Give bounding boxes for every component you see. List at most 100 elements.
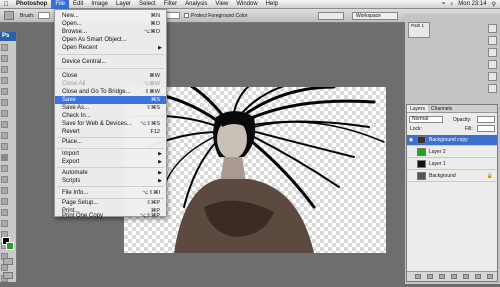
- menu-item-save[interactable]: Save ⌘S: [55, 96, 166, 104]
- layer-name: Layer 2: [429, 149, 446, 155]
- pen-tool-icon[interactable]: [1, 198, 8, 205]
- workspace-dropdown[interactable]: Workspace: [352, 12, 398, 20]
- menu-item-close-go-to-bridge[interactable]: Close and Go To Bridge... ⇧⌘W: [55, 88, 166, 96]
- blur-tool-icon[interactable]: [1, 176, 8, 183]
- opacity-field[interactable]: [477, 116, 495, 123]
- blend-mode-select[interactable]: Normal: [409, 116, 443, 123]
- color-icon[interactable]: [488, 60, 497, 69]
- history-brush-tool-icon[interactable]: [1, 143, 8, 150]
- menu-item-open[interactable]: Open... ⌘O: [55, 20, 166, 28]
- lasso-tool-icon[interactable]: [1, 66, 8, 73]
- eraser-tool-icon[interactable]: [1, 154, 8, 161]
- tolerance-field[interactable]: [166, 12, 180, 19]
- menu-layer[interactable]: Layer: [112, 0, 135, 9]
- trash-icon[interactable]: [487, 274, 493, 279]
- menu-item-label: Save for Web & Devices...: [62, 121, 132, 127]
- menu-item-close[interactable]: Close ⌘W: [55, 72, 166, 80]
- move-tool-icon[interactable]: [1, 44, 8, 51]
- layer-thumbnail: [417, 148, 426, 156]
- menu-item-label: Close and Go To Bridge...: [62, 89, 131, 95]
- brush-picker[interactable]: [38, 12, 50, 19]
- layer-mask-icon[interactable]: [439, 274, 445, 279]
- menu-item-label: New...: [62, 13, 79, 19]
- menu-window[interactable]: Window: [232, 0, 261, 9]
- menu-item-print-one-copy[interactable]: Print One Copy ⌥⇧⌘P: [55, 213, 166, 219]
- type-tool-icon[interactable]: [1, 209, 8, 216]
- menu-item-check-in[interactable]: Check In...: [55, 112, 166, 120]
- brush-tool-icon[interactable]: [1, 121, 8, 128]
- menu-item-import[interactable]: Import ▶: [55, 150, 166, 158]
- menu-item-new[interactable]: New... ⌘N: [55, 12, 166, 20]
- menu-file[interactable]: File: [51, 0, 69, 9]
- wifi-icon[interactable]: ≈: [442, 1, 445, 7]
- menu-item-label: Print One Copy: [62, 213, 104, 219]
- volume-icon[interactable]: ♪: [450, 1, 453, 7]
- healing-tool-icon[interactable]: [1, 110, 8, 117]
- menu-item-automate[interactable]: Automate ▶: [55, 169, 166, 177]
- menu-analysis[interactable]: Analysis: [181, 0, 211, 9]
- menu-item-close-all[interactable]: Close All ⌥⌘W: [55, 80, 166, 88]
- marquee-tool-icon[interactable]: [1, 55, 8, 62]
- crop-tool-icon[interactable]: [1, 88, 8, 95]
- styles-icon[interactable]: [488, 84, 497, 93]
- layer-row[interactable]: Layer 2: [407, 147, 497, 158]
- menu-view[interactable]: View: [211, 0, 232, 9]
- new-group-icon[interactable]: [463, 274, 469, 279]
- tool-preset-icon[interactable]: [4, 11, 14, 20]
- navigator-icon[interactable]: [488, 24, 497, 33]
- menu-item-save-for-web[interactable]: Save for Web & Devices... ⌥⇧⌘S: [55, 120, 166, 128]
- menu-item-revert[interactable]: Revert F12: [55, 128, 166, 136]
- magic-wand-tool-icon[interactable]: [1, 77, 8, 84]
- fill-field[interactable]: [477, 125, 495, 132]
- path-item[interactable]: Path 1: [409, 23, 424, 28]
- hand-tool-icon[interactable]: [1, 264, 8, 271]
- menu-item-export[interactable]: Export ▶: [55, 158, 166, 166]
- menu-item-scripts[interactable]: Scripts ▶: [55, 177, 166, 185]
- quick-mask-icon[interactable]: [3, 258, 13, 265]
- screen-mode-icon[interactable]: [3, 272, 13, 279]
- menu-edit[interactable]: Edit: [69, 0, 87, 9]
- gradient-tool-icon[interactable]: [1, 165, 8, 172]
- visibility-eye-icon[interactable]: ◉: [407, 137, 415, 143]
- swatches-icon[interactable]: [488, 72, 497, 81]
- menu-separator: [57, 54, 164, 55]
- stamp-tool-icon[interactable]: [1, 132, 8, 139]
- menu-separator: [57, 148, 164, 149]
- dodge-tool-icon[interactable]: [1, 187, 8, 194]
- menu-item-open-smart-object[interactable]: Open As Smart Object...: [55, 36, 166, 44]
- background-color-swatch[interactable]: [6, 242, 14, 250]
- menu-item-device-central[interactable]: Device Central...: [55, 58, 166, 66]
- menu-select[interactable]: Select: [135, 0, 160, 9]
- menu-item-place[interactable]: Place...: [55, 138, 166, 146]
- menu-item-open-recent[interactable]: Open Recent ▶: [55, 44, 166, 52]
- link-layers-icon[interactable]: [415, 274, 421, 279]
- slice-tool-icon[interactable]: [1, 99, 8, 106]
- layer-row[interactable]: Layer 1: [407, 159, 497, 170]
- brush-label: Brush:: [20, 13, 35, 19]
- apple-icon[interactable]: : [0, 1, 12, 8]
- spotlight-icon[interactable]: ⚲: [492, 1, 496, 8]
- menu-help[interactable]: Help: [262, 0, 282, 9]
- menu-image[interactable]: Image: [87, 0, 112, 9]
- adjustment-layer-icon[interactable]: [451, 274, 457, 279]
- menu-item-page-setup[interactable]: Page Setup... ⇧⌘P: [55, 199, 166, 207]
- menu-item-browse[interactable]: Browse... ⌥⌘O: [55, 28, 166, 36]
- tab-layers[interactable]: Layers: [407, 105, 429, 112]
- shortcut: ⇧⌘W: [144, 89, 160, 95]
- tab-channels[interactable]: Channels: [428, 105, 455, 112]
- histogram-icon[interactable]: [488, 36, 497, 45]
- layer-row[interactable]: ◉ Background copy: [407, 135, 497, 146]
- menu-item-save-as[interactable]: Save As... ⇧⌘S: [55, 104, 166, 112]
- layer-row[interactable]: Background 🔒: [407, 171, 497, 182]
- new-layer-icon[interactable]: [475, 274, 481, 279]
- protect-checkbox[interactable]: [184, 13, 189, 18]
- workspace-icons[interactable]: [318, 12, 344, 20]
- menu-filter[interactable]: Filter: [160, 0, 181, 9]
- shortcut: ⌥⇧⌘I: [142, 190, 160, 196]
- path-selection-tool-icon[interactable]: [1, 220, 8, 227]
- menu-item-file-info[interactable]: File Info... ⌥⇧⌘I: [55, 189, 166, 197]
- layer-style-icon[interactable]: [427, 274, 433, 279]
- clock[interactable]: Mon 23:14: [458, 1, 486, 7]
- menu-app[interactable]: Photoshop: [12, 0, 51, 9]
- info-icon[interactable]: [488, 48, 497, 57]
